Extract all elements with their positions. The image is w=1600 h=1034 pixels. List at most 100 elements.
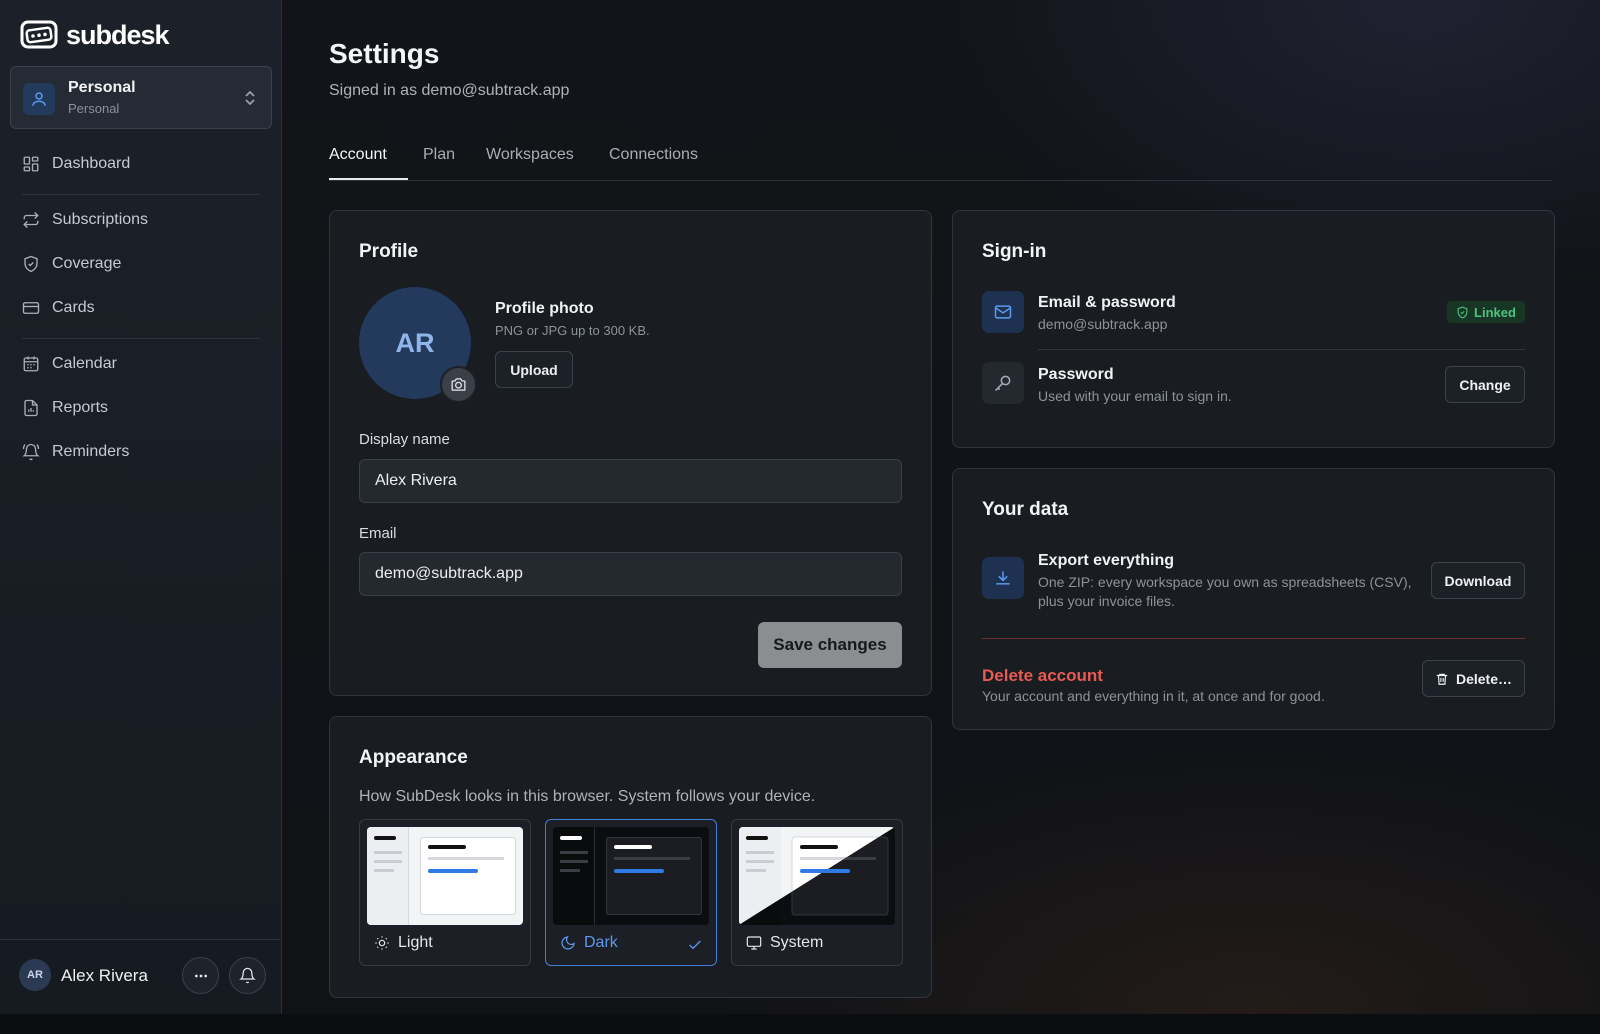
email-method-title: Email & password <box>1038 294 1176 311</box>
sidebar-item-label: Subscriptions <box>52 211 149 228</box>
sidebar: subdesk Personal Personal Dashboard Subs… <box>0 0 282 1014</box>
theme-system-text: System <box>770 934 824 951</box>
sidebar-item-dashboard[interactable]: Dashboard <box>10 146 272 182</box>
active-tab-indicator <box>329 178 408 180</box>
sidebar-item-cards[interactable]: Cards <box>10 290 272 326</box>
theme-label-light: Light <box>374 934 433 952</box>
sidebar-item-reports[interactable]: Reports <box>10 390 272 426</box>
password-subtitle: Used with your email to sign in. <box>1038 388 1232 404</box>
window-bottom-edge <box>0 1014 1600 1034</box>
sidebar-item-label: Coverage <box>52 255 122 272</box>
monitor-icon <box>746 936 762 950</box>
nav-divider <box>22 338 260 339</box>
tab-connections[interactable]: Connections <box>609 146 698 164</box>
sidebar-item-label: Reminders <box>52 443 130 460</box>
delete-account-subtitle: Your account and everything in it, at on… <box>982 688 1325 704</box>
tab-account[interactable]: Account <box>329 146 387 164</box>
upload-button[interactable]: Upload <box>495 351 573 388</box>
sidebar-item-label: Cards <box>52 299 95 316</box>
sun-icon <box>375 936 389 950</box>
workspace-name: Personal <box>68 79 136 96</box>
user-name: Alex Rivera <box>61 966 148 985</box>
moon-icon <box>561 936 575 950</box>
sidebar-item-subscriptions[interactable]: Subscriptions <box>10 202 272 238</box>
email-method-icon-box <box>982 291 1024 333</box>
sidebar-item-reminders[interactable]: Reminders <box>10 434 272 470</box>
user-icon <box>32 92 46 106</box>
workspace-switcher[interactable]: Personal Personal <box>10 66 272 129</box>
theme-option-light[interactable]: Light <box>359 819 531 966</box>
theme-light-text: Light <box>398 934 433 951</box>
appearance-subtitle: How SubDesk looks in this browser. Syste… <box>359 788 816 805</box>
more-button[interactable] <box>182 957 219 994</box>
user-bar: AR Alex Rivera <box>0 939 282 1014</box>
display-name-label: Display name <box>359 431 450 448</box>
export-description-line2: plus your invoice files. <box>1038 593 1175 609</box>
photo-hint: PNG or JPG up to 300 KB. <box>495 323 650 338</box>
change-password-button[interactable]: Change <box>1445 366 1525 403</box>
email-field[interactable]: demo@subtrack.app <box>359 552 902 596</box>
export-title: Export everything <box>1038 552 1175 569</box>
password-icon-box <box>982 362 1024 404</box>
tab-plan[interactable]: Plan <box>423 146 455 164</box>
camera-icon <box>451 378 466 391</box>
download-icon <box>996 571 1010 585</box>
save-button[interactable]: Save changes <box>758 622 902 668</box>
status-badge: Linked <box>1447 301 1525 323</box>
theme-dark-text: Dark <box>584 934 618 951</box>
shield-icon <box>24 255 38 273</box>
workspace-avatar <box>23 83 55 115</box>
sidebar-item-label: Dashboard <box>52 155 131 172</box>
more-horizontal-icon <box>194 974 207 977</box>
appearance-card: Appearance How SubDesk looks in this bro… <box>329 716 932 998</box>
report-icon <box>24 399 38 417</box>
your-data-card: Your data Export everything One ZIP: eve… <box>952 468 1555 730</box>
signin-title: Sign-in <box>982 241 1047 262</box>
tab-workspaces[interactable]: Workspaces <box>486 146 574 164</box>
key-icon <box>994 375 1011 392</box>
brand-name: subdesk <box>66 19 170 50</box>
delete-account-title: Delete account <box>982 666 1103 685</box>
theme-option-system[interactable]: System <box>731 819 903 966</box>
email-method-subtitle: demo@subtrack.app <box>1038 316 1168 332</box>
theme-preview-light <box>367 827 523 925</box>
avatar[interactable]: AR <box>19 959 51 991</box>
bell-ring-icon <box>22 443 40 461</box>
profile-title: Profile <box>359 241 419 262</box>
trash-icon <box>1436 673 1448 685</box>
system-preview-graphic <box>739 827 895 925</box>
app-window: subdesk Personal Personal Dashboard Subs… <box>0 0 1600 1014</box>
your-data-title: Your data <box>982 499 1069 520</box>
bell-icon <box>239 967 256 984</box>
display-name-field[interactable]: Alex Rivera <box>359 459 902 503</box>
change-photo-button[interactable] <box>440 366 477 403</box>
nav-divider <box>22 194 260 195</box>
logo-icon <box>20 20 58 49</box>
theme-preview-system <box>739 827 895 925</box>
mail-icon <box>994 305 1012 319</box>
sidebar-item-coverage[interactable]: Coverage <box>10 246 272 282</box>
theme-option-dark[interactable]: Dark <box>545 819 717 966</box>
settings-tabs: Account Plan Workspaces Connections <box>329 143 1552 181</box>
notifications-button[interactable] <box>229 957 266 994</box>
photo-title: Profile photo <box>495 300 594 317</box>
signin-card: Sign-in Email & password demo@subtrack.a… <box>952 210 1555 448</box>
workspace-subtitle: Personal <box>68 101 120 116</box>
theme-preview-dark <box>553 827 709 925</box>
brand-logo[interactable]: subdesk <box>20 18 170 52</box>
repeat-icon <box>23 212 39 228</box>
delete-button-text: Delete… <box>1455 670 1513 687</box>
credit-card-icon <box>22 302 40 314</box>
theme-label-system: System <box>746 934 823 952</box>
email-label: Email <box>359 525 397 542</box>
delete-account-button[interactable]: Delete… <box>1422 660 1525 697</box>
sidebar-item-calendar[interactable]: Calendar <box>10 346 272 382</box>
profile-card: Profile AR Profile photo PNG or JPG up t… <box>329 210 932 696</box>
status-badge-text: Linked <box>1474 304 1516 320</box>
theme-label-dark: Dark <box>560 934 618 952</box>
appearance-title: Appearance <box>359 747 468 768</box>
sidebar-item-label: Reports <box>52 399 109 416</box>
chevron-updown-icon <box>245 90 255 106</box>
export-description-line1: One ZIP: every workspace you own as spre… <box>1038 574 1412 590</box>
download-button[interactable]: Download <box>1431 562 1525 599</box>
